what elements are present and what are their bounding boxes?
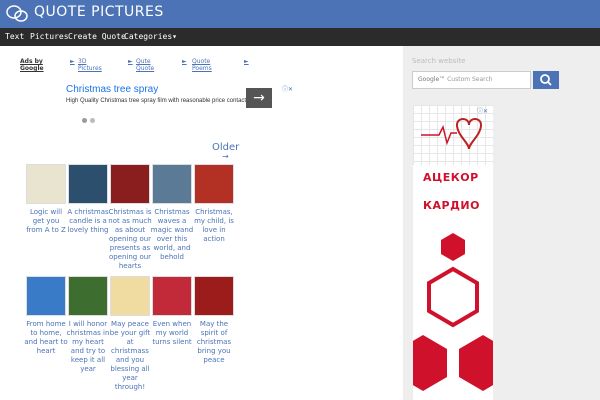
search-label: Search website [412, 57, 466, 65]
ad-link-qute-quote[interactable]: Qute Quote [136, 58, 154, 72]
quote-caption[interactable]: From home to home, and heart to heart [24, 320, 68, 356]
ad-choices-icon[interactable]: ⓘ✕ [477, 106, 488, 115]
picture-thumb[interactable]: From home to home, and heart to heart [24, 276, 68, 356]
picture-thumb[interactable]: Christmas, my child, is love in action [194, 164, 234, 244]
banner-ad[interactable]: ⓘ✕ АЦЕКОР КАРДИО [413, 105, 493, 400]
nav-item-categories[interactable]: Categories▾ [124, 32, 177, 41]
main-nav: Text Pictures Create Quote Categories▾ [0, 28, 600, 46]
quote-picture[interactable] [152, 276, 192, 316]
ad-link-quote-poems[interactable]: Quote Poems [192, 58, 212, 72]
banner-line-1: АЦЕКОР [423, 171, 479, 184]
speech-bubbles-icon[interactable] [6, 4, 28, 24]
google-logo: Google™ [418, 76, 446, 83]
quote-picture[interactable] [26, 164, 66, 204]
quote-picture[interactable] [68, 164, 108, 204]
ad-link-arrow[interactable]: ► [244, 58, 249, 65]
quote-picture[interactable] [110, 164, 150, 204]
quote-picture[interactable] [68, 276, 108, 316]
quote-picture[interactable] [152, 164, 192, 204]
banner-line-2: КАРДИО [423, 199, 480, 212]
search-button[interactable] [533, 71, 559, 89]
ad-carousel-dots [82, 108, 98, 127]
ad-next-arrow-icon[interactable]: → [246, 88, 272, 108]
quote-caption[interactable]: Even when my world turns silent [150, 320, 194, 347]
quote-caption[interactable]: Logic will get you from A to Z [24, 208, 68, 235]
quote-caption[interactable]: Christmas, my child, is love in action [192, 208, 236, 244]
search-placeholder: Custom Search [447, 76, 493, 83]
quote-picture[interactable] [110, 276, 150, 316]
ads-by-google[interactable]: Ads by Google [20, 58, 44, 72]
picture-thumb[interactable]: Christmas is not as much as about openin… [108, 164, 152, 271]
ad-link-arrow[interactable]: ► [128, 58, 133, 65]
ad-title[interactable]: Christmas tree spray [66, 84, 158, 95]
ad-link-arrow[interactable]: ► [182, 58, 187, 65]
ad-description: High Quality Christmas tree spray film w… [66, 98, 247, 104]
search-input[interactable]: Google™ Custom Search [412, 71, 531, 89]
quote-caption[interactable]: A christmas candle is a lovely thing [66, 208, 110, 235]
carousel-dot[interactable] [82, 118, 87, 123]
picture-thumb[interactable]: May the spirit of christmas bring you pe… [194, 276, 234, 365]
search-icon [540, 74, 552, 86]
quote-picture[interactable] [194, 276, 234, 316]
hexagon-graphic [413, 233, 493, 391]
site-header: QUOTE PICTURES [0, 0, 600, 28]
quote-caption[interactable]: May the spirit of christmas bring you pe… [192, 320, 236, 365]
picture-thumb[interactable]: A christmas candle is a lovely thing [66, 164, 110, 235]
quote-picture[interactable] [194, 164, 234, 204]
nav-item-text[interactable]: Text [5, 32, 24, 41]
ad-link-arrow[interactable]: ► [70, 58, 75, 65]
quote-caption[interactable]: Christmas is not as much as about openin… [108, 208, 152, 271]
arrow-right-icon[interactable]: → [222, 152, 229, 161]
picture-thumb[interactable]: Even when my world turns silent [152, 276, 192, 347]
ad-choices-icon[interactable]: ⓘ✕ [282, 84, 293, 93]
picture-thumb[interactable]: May peace be your gift at christmass and… [110, 276, 150, 392]
carousel-dot[interactable] [90, 118, 95, 123]
ad-link-3d-pictures[interactable]: 3D Pictures [78, 58, 102, 72]
picture-thumb[interactable]: Logic will get you from A to Z [26, 164, 66, 235]
quote-caption[interactable]: I will honor christmas in my heart and t… [66, 320, 110, 374]
quote-picture[interactable] [26, 276, 66, 316]
site-title[interactable]: QUOTE PICTURES [34, 4, 164, 20]
nav-item-create-quote[interactable]: Create Quote [68, 32, 126, 41]
picture-thumb[interactable]: I will honor christmas in my heart and t… [66, 276, 110, 374]
nav-item-pictures[interactable]: Pictures [30, 32, 69, 41]
quote-caption[interactable]: Christmas waves a magic wand over this w… [150, 208, 194, 262]
quote-caption[interactable]: May peace be your gift at christmass and… [108, 320, 152, 392]
picture-thumb[interactable]: Christmas waves a magic wand over this w… [150, 164, 194, 262]
